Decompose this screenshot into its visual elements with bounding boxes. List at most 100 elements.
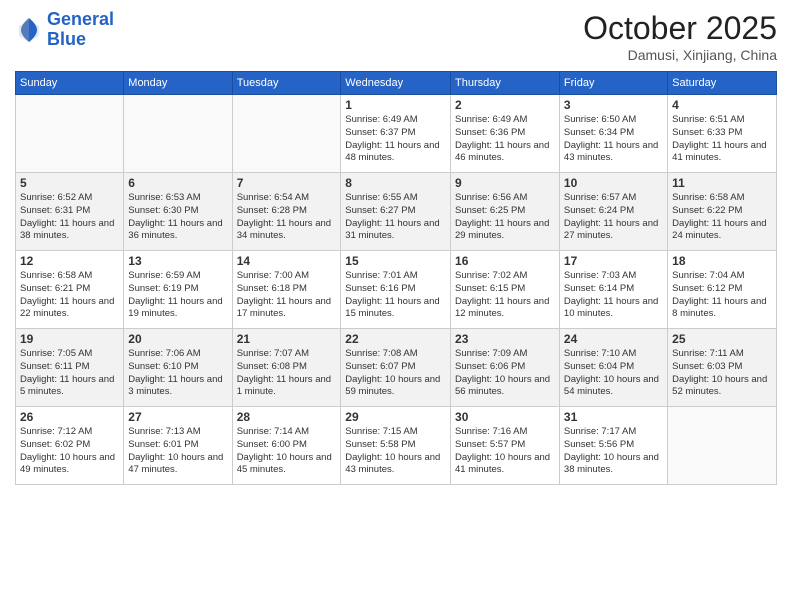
calendar-cell: 21 Sunrise: 7:07 AMSunset: 6:08 PMDayligh… <box>232 329 341 407</box>
calendar-cell: 15 Sunrise: 7:01 AMSunset: 6:16 PMDayligh… <box>341 251 451 329</box>
day-info: Sunrise: 7:05 AMSunset: 6:11 PMDaylight:… <box>20 348 119 399</box>
month-title: October 2025 <box>583 10 777 47</box>
day-info: Sunrise: 7:01 AMSunset: 6:16 PMDaylight:… <box>345 270 446 321</box>
day-info: Sunrise: 7:03 AMSunset: 6:14 PMDaylight:… <box>564 270 663 321</box>
day-number: 30 <box>455 410 555 424</box>
day-number: 26 <box>20 410 119 424</box>
logo-blue: Blue <box>47 29 86 49</box>
day-number: 18 <box>672 254 772 268</box>
day-info: Sunrise: 7:16 AMSunset: 5:57 PMDaylight:… <box>455 426 555 477</box>
day-info: Sunrise: 6:57 AMSunset: 6:24 PMDaylight:… <box>564 192 663 243</box>
calendar-cell: 16 Sunrise: 7:02 AMSunset: 6:15 PMDayligh… <box>451 251 560 329</box>
logo-icon <box>15 16 43 44</box>
calendar-cell: 27 Sunrise: 7:13 AMSunset: 6:01 PMDayligh… <box>124 407 232 485</box>
calendar-cell <box>124 95 232 173</box>
day-info: Sunrise: 7:13 AMSunset: 6:01 PMDaylight:… <box>128 426 227 477</box>
day-info: Sunrise: 6:50 AMSunset: 6:34 PMDaylight:… <box>564 114 663 165</box>
calendar-cell: 7 Sunrise: 6:54 AMSunset: 6:28 PMDaylight… <box>232 173 341 251</box>
day-number: 23 <box>455 332 555 346</box>
weekday-header-friday: Friday <box>559 72 667 95</box>
calendar-cell: 4 Sunrise: 6:51 AMSunset: 6:33 PMDaylight… <box>668 95 777 173</box>
day-info: Sunrise: 6:59 AMSunset: 6:19 PMDaylight:… <box>128 270 227 321</box>
day-number: 7 <box>237 176 337 190</box>
day-number: 11 <box>672 176 772 190</box>
day-number: 27 <box>128 410 227 424</box>
day-info: Sunrise: 6:49 AMSunset: 6:36 PMDaylight:… <box>455 114 555 165</box>
day-info: Sunrise: 7:02 AMSunset: 6:15 PMDaylight:… <box>455 270 555 321</box>
day-number: 24 <box>564 332 663 346</box>
logo-text: General Blue <box>47 10 114 50</box>
calendar-cell: 17Sunrise: 7:03 AMSunset: 6:14 PMDayligh… <box>559 251 667 329</box>
calendar-cell <box>668 407 777 485</box>
day-number: 12 <box>20 254 119 268</box>
day-number: 9 <box>455 176 555 190</box>
weekday-header-saturday: Saturday <box>668 72 777 95</box>
day-info: Sunrise: 7:06 AMSunset: 6:10 PMDaylight:… <box>128 348 227 399</box>
day-info: Sunrise: 6:58 AMSunset: 6:22 PMDaylight:… <box>672 192 772 243</box>
week-row-1: 1Sunrise: 6:49 AMSunset: 6:37 PMDaylight… <box>16 95 777 173</box>
day-number: 5 <box>20 176 119 190</box>
week-row-3: 12 Sunrise: 6:58 AMSunset: 6:21 PMDayligh… <box>16 251 777 329</box>
day-info: Sunrise: 7:08 AMSunset: 6:07 PMDaylight:… <box>345 348 446 399</box>
calendar-cell: 19 Sunrise: 7:05 AMSunset: 6:11 PMDayligh… <box>16 329 124 407</box>
week-row-4: 19 Sunrise: 7:05 AMSunset: 6:11 PMDayligh… <box>16 329 777 407</box>
day-info: Sunrise: 6:49 AMSunset: 6:37 PMDaylight:… <box>345 114 446 165</box>
day-info: Sunrise: 7:09 AMSunset: 6:06 PMDaylight:… <box>455 348 555 399</box>
logo-general: General <box>47 9 114 29</box>
calendar-cell: 12 Sunrise: 6:58 AMSunset: 6:21 PMDayligh… <box>16 251 124 329</box>
day-number: 8 <box>345 176 446 190</box>
day-number: 19 <box>20 332 119 346</box>
calendar-cell: 23 Sunrise: 7:09 AMSunset: 6:06 PMDayligh… <box>451 329 560 407</box>
weekday-header-monday: Monday <box>124 72 232 95</box>
calendar-cell: 6 Sunrise: 6:53 AMSunset: 6:30 PMDaylight… <box>124 173 232 251</box>
day-info: Sunrise: 7:15 AMSunset: 5:58 PMDaylight:… <box>345 426 446 477</box>
weekday-header-thursday: Thursday <box>451 72 560 95</box>
day-number: 6 <box>128 176 227 190</box>
day-info: Sunrise: 7:07 AMSunset: 6:08 PMDaylight:… <box>237 348 337 399</box>
calendar-page: General Blue October 2025 Damusi, Xinjia… <box>0 0 792 612</box>
calendar-cell <box>16 95 124 173</box>
calendar-cell: 28 Sunrise: 7:14 AMSunset: 6:00 PMDayligh… <box>232 407 341 485</box>
calendar-cell: 11 Sunrise: 6:58 AMSunset: 6:22 PMDayligh… <box>668 173 777 251</box>
day-number: 16 <box>455 254 555 268</box>
calendar-cell: 29Sunrise: 7:15 AMSunset: 5:58 PMDayligh… <box>341 407 451 485</box>
day-number: 2 <box>455 98 555 112</box>
calendar-cell: 31Sunrise: 7:17 AMSunset: 5:56 PMDayligh… <box>559 407 667 485</box>
calendar-cell: 1Sunrise: 6:49 AMSunset: 6:37 PMDaylight… <box>341 95 451 173</box>
calendar-cell: 9 Sunrise: 6:56 AMSunset: 6:25 PMDaylight… <box>451 173 560 251</box>
day-number: 15 <box>345 254 446 268</box>
day-number: 10 <box>564 176 663 190</box>
day-info: Sunrise: 7:10 AMSunset: 6:04 PMDaylight:… <box>564 348 663 399</box>
weekday-header-sunday: Sunday <box>16 72 124 95</box>
calendar-cell: 14Sunrise: 7:00 AMSunset: 6:18 PMDayligh… <box>232 251 341 329</box>
calendar-cell: 13Sunrise: 6:59 AMSunset: 6:19 PMDayligh… <box>124 251 232 329</box>
day-info: Sunrise: 6:53 AMSunset: 6:30 PMDaylight:… <box>128 192 227 243</box>
calendar-cell: 18 Sunrise: 7:04 AMSunset: 6:12 PMDayligh… <box>668 251 777 329</box>
calendar-cell: 26 Sunrise: 7:12 AMSunset: 6:02 PMDayligh… <box>16 407 124 485</box>
day-info: Sunrise: 7:14 AMSunset: 6:00 PMDaylight:… <box>237 426 337 477</box>
week-row-2: 5 Sunrise: 6:52 AMSunset: 6:31 PMDaylight… <box>16 173 777 251</box>
day-number: 3 <box>564 98 663 112</box>
week-row-5: 26 Sunrise: 7:12 AMSunset: 6:02 PMDayligh… <box>16 407 777 485</box>
day-info: Sunrise: 7:04 AMSunset: 6:12 PMDaylight:… <box>672 270 772 321</box>
day-number: 4 <box>672 98 772 112</box>
weekday-header-wednesday: Wednesday <box>341 72 451 95</box>
day-info: Sunrise: 6:51 AMSunset: 6:33 PMDaylight:… <box>672 114 772 165</box>
day-info: Sunrise: 6:55 AMSunset: 6:27 PMDaylight:… <box>345 192 446 243</box>
day-info: Sunrise: 6:56 AMSunset: 6:25 PMDaylight:… <box>455 192 555 243</box>
weekday-header-tuesday: Tuesday <box>232 72 341 95</box>
logo: General Blue <box>15 10 114 50</box>
calendar-cell: 3 Sunrise: 6:50 AMSunset: 6:34 PMDaylight… <box>559 95 667 173</box>
day-info: Sunrise: 7:12 AMSunset: 6:02 PMDaylight:… <box>20 426 119 477</box>
day-number: 28 <box>237 410 337 424</box>
day-info: Sunrise: 7:00 AMSunset: 6:18 PMDaylight:… <box>237 270 337 321</box>
day-info: Sunrise: 6:52 AMSunset: 6:31 PMDaylight:… <box>20 192 119 243</box>
calendar-cell <box>232 95 341 173</box>
title-area: October 2025 Damusi, Xinjiang, China <box>583 10 777 63</box>
day-info: Sunrise: 6:58 AMSunset: 6:21 PMDaylight:… <box>20 270 119 321</box>
calendar-cell: 24 Sunrise: 7:10 AMSunset: 6:04 PMDayligh… <box>559 329 667 407</box>
weekday-header-row: SundayMondayTuesdayWednesdayThursdayFrid… <box>16 72 777 95</box>
calendar-cell: 22Sunrise: 7:08 AMSunset: 6:07 PMDayligh… <box>341 329 451 407</box>
day-number: 21 <box>237 332 337 346</box>
day-info: Sunrise: 6:54 AMSunset: 6:28 PMDaylight:… <box>237 192 337 243</box>
